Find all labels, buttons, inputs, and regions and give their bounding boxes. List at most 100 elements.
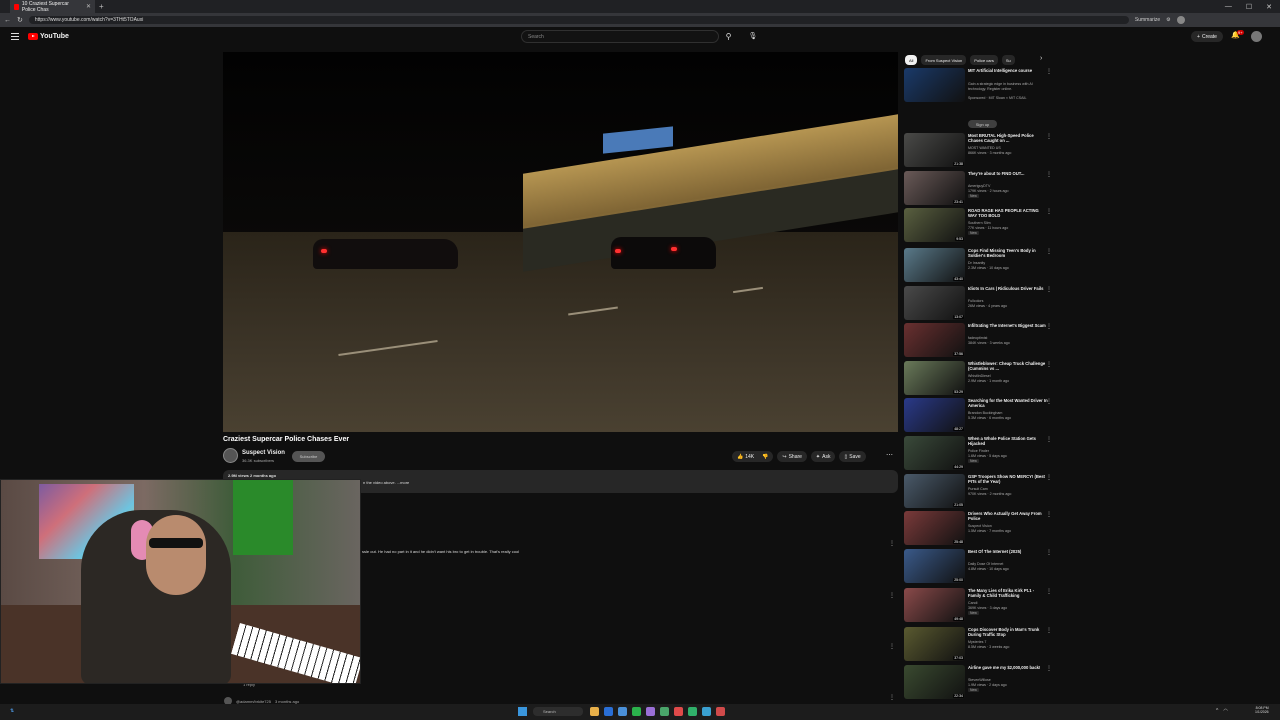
video-thumbnail[interactable]: [904, 68, 965, 102]
video-title-link[interactable]: Whistleblower: Cheap Truck Challenge (Cu…: [968, 361, 1048, 372]
video-title-link[interactable]: GSP Troopers Show NO MERCY! (Best PITs o…: [968, 474, 1048, 485]
comment-menu-icon[interactable]: ⋮: [889, 643, 895, 650]
back-icon[interactable]: ←: [4, 17, 11, 24]
recommendation-item[interactable]: 22:34 Airline gave me my $2,000,000 back!…: [904, 665, 1054, 699]
chevron-right-icon[interactable]: ›: [1040, 55, 1042, 62]
video-title-link[interactable]: Best Of The Internet (2025): [968, 549, 1048, 554]
recommendation-item[interactable]: 49:48 The Many Lies of Erika Kirk Pt.1 - …: [904, 588, 1054, 622]
comment-menu-icon[interactable]: ⋮: [889, 592, 895, 599]
video-channel[interactable]: Candi: [968, 601, 977, 605]
chip-all[interactable]: All: [905, 55, 918, 65]
clock[interactable]: 8:08 PM 1/1/2026: [1255, 706, 1269, 714]
video-channel[interactable]: MOST WANTED US: [968, 146, 1001, 150]
taskbar-search[interactable]: Search: [533, 707, 583, 716]
subscribe-button[interactable]: Subscribe: [292, 451, 325, 462]
recommendation-item[interactable]: MIT Artificial Intelligence course Gain a…: [904, 68, 1054, 102]
video-thumbnail[interactable]: 13:07: [904, 286, 965, 320]
taskbar-app-icon[interactable]: [646, 707, 655, 716]
widgets-icon[interactable]: ⇅: [10, 708, 14, 714]
comment-menu-icon[interactable]: ⋮: [889, 540, 895, 547]
video-channel[interactable]: Mysteries 7: [968, 640, 986, 644]
recommendation-item[interactable]: 44:29 When a Whole Police Station Gets Hi…: [904, 436, 1054, 470]
video-thumbnail[interactable]: 43:40: [904, 248, 965, 282]
more-options-icon[interactable]: ⋮: [1046, 133, 1052, 140]
search-icon[interactable]: ⚲: [720, 30, 737, 43]
minimize-icon[interactable]: —: [1225, 3, 1232, 11]
video-channel[interactable]: WhistlinDiesel: [968, 374, 991, 378]
video-thumbnail[interactable]: 53:29: [904, 361, 965, 395]
video-title-link[interactable]: ROAD RAGE HAS PEOPLE ACTING WAY TOO BOLD: [968, 208, 1048, 219]
more-options-icon[interactable]: ⋮: [1046, 68, 1052, 75]
video-title-link[interactable]: Airline gave me my $2,000,000 back!: [968, 665, 1048, 670]
recommendation-item[interactable]: 9:53 ROAD RAGE HAS PEOPLE ACTING WAY TOO …: [904, 208, 1054, 242]
recommendation-item[interactable]: 37:56 Infiltrating The Internet's Biggest…: [904, 323, 1054, 357]
video-thumbnail[interactable]: 48:27: [904, 398, 965, 432]
youtube-logo[interactable]: YouTube: [28, 33, 69, 40]
share-button[interactable]: ↪ Share: [777, 451, 807, 462]
more-options-icon[interactable]: ⋮: [1046, 208, 1052, 215]
channel-name[interactable]: Suspect Vision: [242, 450, 285, 456]
more-options-icon[interactable]: ⋮: [1046, 588, 1052, 595]
menu-icon[interactable]: [11, 33, 19, 40]
more-options-icon[interactable]: ⋮: [1046, 474, 1052, 481]
channel-avatar[interactable]: [223, 448, 238, 463]
video-title-link[interactable]: MIT Artificial Intelligence course: [968, 68, 1048, 73]
recommendation-item[interactable]: 37:03 Cops Discover Body in Man's Trunk D…: [904, 627, 1054, 661]
more-options-icon[interactable]: ⋮: [1046, 361, 1052, 368]
taskbar-app-icon[interactable]: [660, 707, 669, 716]
video-channel[interactable]: Southern Slim: [968, 221, 991, 225]
thumbs-down-icon[interactable]: 👎: [762, 454, 768, 460]
video-thumbnail[interactable]: 25:48: [904, 511, 965, 545]
recommendation-item[interactable]: 43:40 Cops Find Missing Teen's Body in So…: [904, 248, 1054, 282]
taskbar-app-icon[interactable]: [604, 707, 613, 716]
video-channel[interactable]: Brandon Buckingham: [968, 411, 1002, 415]
recommendation-item[interactable]: 23:41 They're about to FIND OUT... Amerigu…: [904, 171, 1054, 205]
recommendation-item[interactable]: 48:27 Searching for the Most Wanted Drive…: [904, 398, 1054, 432]
recommendation-item[interactable]: 53:29 Whistleblower: Cheap Truck Challeng…: [904, 361, 1054, 395]
summarize-button[interactable]: Summarize: [1135, 17, 1160, 23]
video-thumbnail[interactable]: 21:38: [904, 133, 965, 167]
video-channel[interactable]: Suspect Vision: [968, 524, 992, 528]
recommendation-item[interactable]: 25:00 Best Of The Internet (2025) Daily Do…: [904, 549, 1054, 583]
video-channel[interactable]: Pursuit Cam: [968, 487, 988, 491]
more-options-icon[interactable]: ⋮: [1046, 323, 1052, 330]
video-title-link[interactable]: Cops Find Missing Teen's Body in Soldier…: [968, 248, 1048, 259]
extensions-icon[interactable]: ⚙: [1166, 17, 1170, 23]
save-button[interactable]: ▯ Save: [839, 451, 866, 462]
more-options-icon[interactable]: ⋮: [1046, 171, 1052, 178]
comment-menu-icon[interactable]: ⋮: [889, 694, 895, 701]
video-title-link[interactable]: They're about to FIND OUT...: [968, 171, 1048, 176]
more-options-icon[interactable]: ⋮: [1046, 511, 1052, 518]
video-title-link[interactable]: Cops Discover Body in Man's Trunk During…: [968, 627, 1048, 638]
taskbar-app-icon[interactable]: [618, 707, 627, 716]
more-options-icon[interactable]: ⋮: [1046, 549, 1052, 556]
video-channel[interactable]: StevenWillose: [968, 678, 991, 682]
video-title-link[interactable]: The Many Lies of Erika Kirk Pt.1 - Famil…: [968, 588, 1048, 599]
more-options-icon[interactable]: ⋮: [1046, 286, 1052, 293]
video-channel[interactable]: fadeoptimist: [968, 336, 987, 340]
close-tab-icon[interactable]: ✕: [86, 3, 91, 10]
description-text[interactable]: n the video above. ...more: [363, 480, 409, 485]
create-button[interactable]: + Create: [1191, 31, 1223, 42]
more-options-icon[interactable]: ⋮: [1046, 665, 1052, 672]
new-tab-icon[interactable]: +: [99, 2, 104, 11]
video-title-link[interactable]: Searching for the Most Wanted Driver In …: [968, 398, 1048, 409]
reload-icon[interactable]: ↻: [17, 16, 23, 24]
recommendation-item[interactable]: 21:38 Most BRUTAL High-Speed Police Chase…: [904, 133, 1054, 167]
video-thumbnail[interactable]: 23:41: [904, 171, 965, 205]
wifi-icon[interactable]: ◠: [1223, 708, 1227, 714]
video-thumbnail[interactable]: 21:05: [904, 474, 965, 508]
search-input[interactable]: Search: [521, 30, 719, 43]
recommendation-item[interactable]: 25:48 Drivers Who Actually Get Away From …: [904, 511, 1054, 545]
video-title-link[interactable]: Most BRUTAL High-Speed Police Chases Cau…: [968, 133, 1048, 144]
chevron-up-icon[interactable]: ^: [1216, 708, 1218, 714]
more-options-icon[interactable]: ⋮: [1046, 627, 1052, 634]
video-player[interactable]: [223, 52, 898, 432]
more-options-icon[interactable]: ⋮: [1046, 436, 1052, 443]
signup-button[interactable]: Sign up: [968, 120, 997, 128]
video-channel[interactable]: Fullcolors: [968, 299, 983, 303]
taskbar-app-icon[interactable]: [632, 707, 641, 716]
video-thumbnail[interactable]: 44:29: [904, 436, 965, 470]
close-window-icon[interactable]: ✕: [1266, 3, 1272, 11]
taskbar-app-icon[interactable]: [688, 707, 697, 716]
